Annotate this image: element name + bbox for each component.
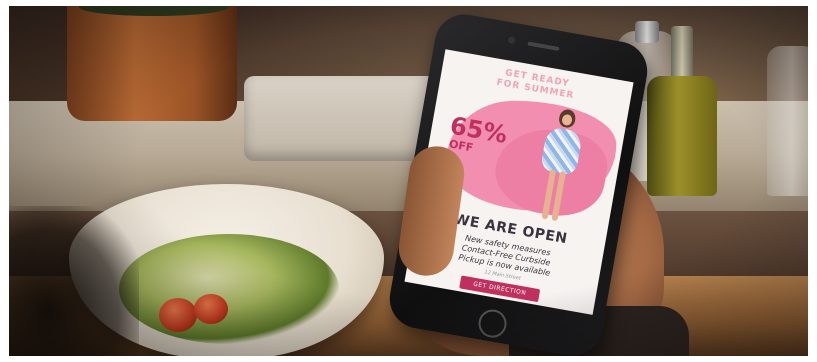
front-camera <box>507 36 516 45</box>
home-button[interactable] <box>476 307 509 340</box>
tomato <box>159 298 197 332</box>
salad <box>119 234 339 344</box>
bottle-body <box>647 76 717 196</box>
plant-pot <box>67 6 237 121</box>
bottle-neck <box>671 26 693 81</box>
tomato <box>194 294 228 324</box>
glass-jar <box>767 46 808 196</box>
oil-bottle <box>647 26 717 196</box>
photo-scene: GET READY FOR SUMMER 65% OFF WE ARE OPEN… <box>9 6 808 356</box>
model-dress <box>540 126 584 176</box>
foreground-shadow <box>9 206 139 356</box>
earpiece <box>527 41 560 51</box>
